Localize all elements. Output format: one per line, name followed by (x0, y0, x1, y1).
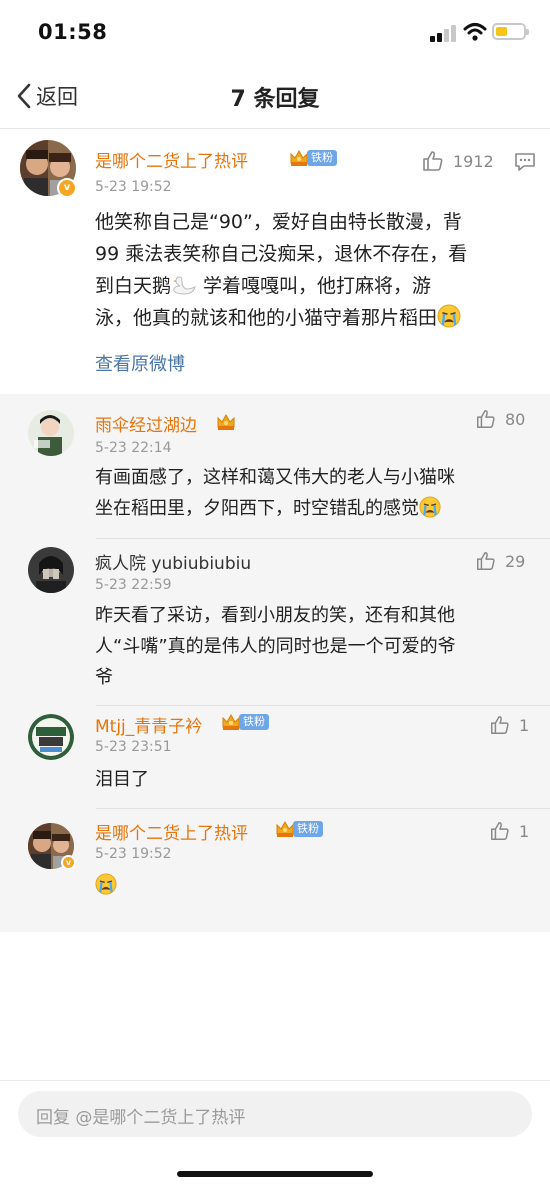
like-button[interactable]: 80 (475, 408, 525, 430)
comment-icon[interactable] (514, 152, 536, 172)
like-count: 29 (505, 551, 526, 571)
comment-text: 他笑称自己是“90”，爱好自由特长散漫，背 99 乘法表笑称自己没痴呆，退休不存… (95, 206, 535, 334)
status-bar: 01:58 (0, 0, 550, 64)
fan-badge: 铁粉 (307, 150, 337, 166)
comment-text-line: 泳，他真的就该和他的小猫守着那片稻田 (95, 302, 535, 334)
divider (96, 705, 550, 706)
replies-section: 雨伞经过湖边 80 5-23 22:14 有画面感了，这样和蔼又伟大的老人与小猫… (0, 394, 550, 932)
reply-text (95, 870, 535, 901)
crying-emoji-icon (95, 873, 117, 895)
view-original-link[interactable]: 查看原微博 (95, 350, 185, 376)
reply-timestamp: 5-23 23:51 (95, 739, 172, 755)
like-icon (423, 151, 443, 171)
comment-text-line: 到白天鹅 学着嘎嘎叫，他打麻将，游 (95, 270, 535, 302)
comment-text-line: 99 乘法表笑称自己没痴呆，退休不存在，看 (95, 243, 468, 265)
home-indicator[interactable] (177, 1171, 373, 1177)
like-icon (491, 822, 509, 840)
reply-text: 泪目了 (95, 764, 535, 795)
comment-timestamp: 5-23 19:52 (95, 179, 172, 195)
like-count: 1912 (453, 151, 494, 171)
page-title: 7 条回复 (230, 87, 320, 112)
avatar[interactable] (28, 547, 74, 593)
reply-input[interactable]: 回复 @是哪个二货上了热评 (18, 1091, 532, 1137)
reply-bar: 回复 @是哪个二货上了热评 (0, 1080, 550, 1191)
comment-text-segment: 学着嘎嘎叫，他打麻将，游 (197, 275, 432, 297)
reply-username[interactable]: 雨伞经过湖边 (95, 411, 197, 436)
comment-text-segment: 到白天鹅 (95, 275, 172, 297)
crying-emoji-icon (419, 496, 441, 518)
like-icon (477, 552, 495, 570)
avatar[interactable] (28, 410, 74, 456)
reply-text: 有画面感了，这样和蔼又伟大的老人与小猫咪 坐在稻田里，夕阳西下，时空错乱的感觉 (95, 462, 535, 524)
reply-text-line: 泪目了 (95, 769, 149, 790)
reply-username[interactable]: 是哪个二货上了热评 (95, 819, 248, 844)
reply-timestamp: 5-23 22:59 (95, 577, 172, 593)
like-button[interactable]: 29 (475, 550, 525, 572)
crying-emoji-icon (437, 304, 461, 328)
wifi-icon (463, 23, 487, 41)
verified-icon: v (57, 178, 77, 198)
like-count: 80 (505, 409, 526, 429)
reply-username[interactable]: Mtjj_青青子衿 (95, 712, 202, 737)
crown-icon (222, 713, 240, 730)
battery-icon (492, 23, 529, 40)
like-icon (491, 716, 509, 734)
like-button[interactable]: 1912 (421, 149, 494, 173)
swan-emoji-icon (173, 276, 196, 295)
reply-username[interactable]: 疯人院 yubiubiubiu (95, 549, 251, 574)
reply-input-placeholder: 回复 @是哪个二货上了热评 (36, 1108, 246, 1128)
like-icon (477, 410, 495, 428)
crown-icon (217, 413, 235, 430)
fan-badge: 铁粉 (293, 821, 323, 837)
verified-icon: v (61, 855, 76, 870)
crown-icon (276, 820, 294, 837)
reply-timestamp: 5-23 19:52 (95, 846, 172, 862)
divider (96, 538, 550, 539)
reply-text-line: 坐在稻田里，夕阳西下，时空错乱的感觉 (95, 493, 535, 524)
reply-text-line: 有画面感了，这样和蔼又伟大的老人与小猫咪 (95, 467, 455, 488)
comment-text-line: 他笑称自己是“90”，爱好自由特长散漫，背 (95, 211, 462, 233)
avatar[interactable] (28, 714, 74, 760)
comment-username[interactable]: 是哪个二货上了热评 (95, 147, 248, 172)
comment-text-segment: 泳，他真的就该和他的小猫守着那片稻田 (95, 307, 438, 329)
divider (96, 808, 550, 809)
status-time: 01:58 (38, 20, 108, 44)
signal-icon (430, 24, 458, 42)
reply-text: 昨天看了采访，看到小朋友的笑，还有和其他 人“斗嘴”真的是伟人的同时也是一个可爱… (95, 600, 535, 693)
reply-text-line: 昨天看了采访，看到小朋友的笑，还有和其他 (95, 605, 455, 626)
crown-icon (290, 149, 308, 166)
fan-badge: 铁粉 (239, 714, 269, 730)
reply-text-segment: 坐在稻田里，夕阳西下，时空错乱的感觉 (95, 498, 419, 519)
reply-text-line: 爷 (95, 667, 113, 688)
like-button[interactable]: 1 (489, 714, 529, 736)
like-button[interactable]: 1 (489, 820, 529, 842)
like-count: 1 (519, 715, 530, 735)
like-count: 1 (519, 821, 530, 841)
nav-bar: 返回 7 条回复 (0, 64, 550, 129)
reply-timestamp: 5-23 22:14 (95, 440, 172, 456)
reply-text-line: 人“斗嘴”真的是伟人的同时也是一个可爱的爷 (95, 636, 456, 657)
